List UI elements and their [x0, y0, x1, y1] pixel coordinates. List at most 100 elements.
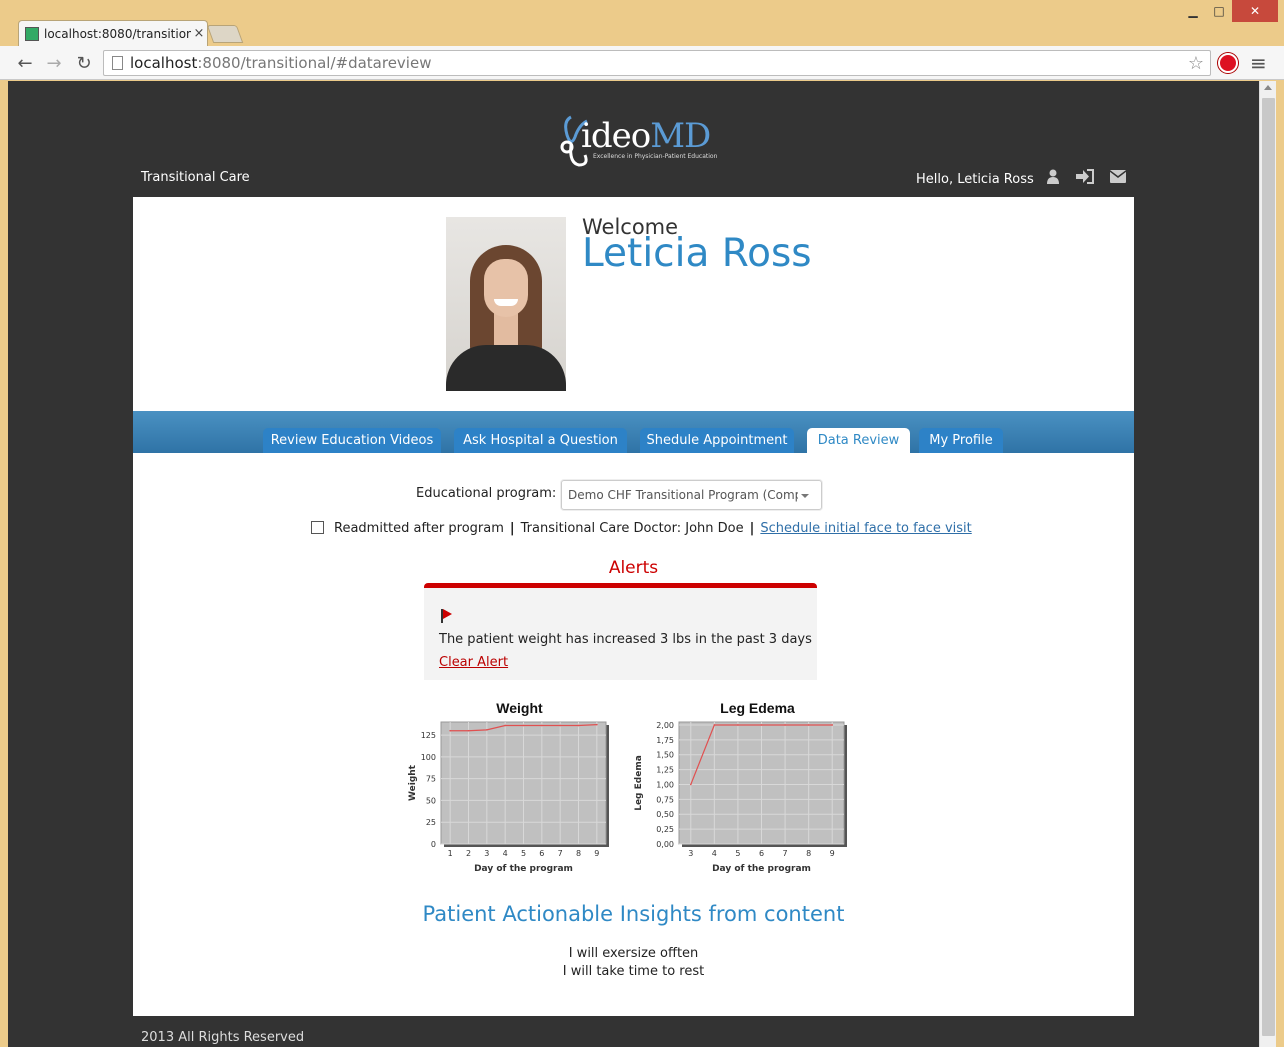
- x-tick-label: 3: [484, 849, 489, 858]
- page-viewport: ideoMD Excellence in Physician-Patient E…: [8, 81, 1259, 1047]
- footer-text: 2013 All Rights Reserved: [141, 1030, 305, 1045]
- section-tabs: Review Education Videos Ask Hospital a Q…: [133, 411, 1134, 453]
- browser-window: localhost:8080/transitiona × ▁ □ ✕ ← → ↻…: [0, 0, 1284, 1047]
- y-tick-label: 0,75: [656, 795, 674, 804]
- flag-icon: [441, 609, 452, 623]
- url-host: localhost: [130, 54, 198, 72]
- status-row: Readmitted after program | Transitional Ca…: [311, 521, 972, 536]
- page-scrollbar[interactable]: [1259, 81, 1276, 1047]
- x-tick-label: 7: [783, 849, 788, 858]
- x-tick-label: 1: [448, 849, 453, 858]
- x-tick-label: 8: [576, 849, 581, 858]
- x-tick-label: 8: [806, 849, 811, 858]
- browser-tab[interactable]: localhost:8080/transitiona ×: [18, 20, 208, 46]
- x-tick-label: 3: [688, 849, 693, 858]
- y-axis-label: Weight: [408, 764, 418, 801]
- brand-link[interactable]: Transitional Care: [141, 170, 250, 185]
- y-tick-label: 0,00: [656, 840, 674, 849]
- x-tick-label: 9: [830, 849, 835, 858]
- alerts-title: Alerts: [608, 558, 659, 578]
- insight-line: I will exersize offten: [568, 946, 699, 961]
- x-tick-label: 7: [558, 849, 563, 858]
- tab-data-review[interactable]: Data Review: [807, 428, 910, 453]
- x-tick-label: 5: [521, 849, 526, 858]
- window-close-button[interactable]: ✕: [1232, 0, 1278, 22]
- weight-chart-svg: Weight 1 2 3 4 5 6 7 8 9 0 25 50 75 100 125 Day of the p…: [408, 700, 609, 874]
- scroll-up-arrow-icon[interactable]: [1264, 85, 1272, 90]
- logo-tagline: Excellence in Physician-Patient Educatio…: [593, 153, 718, 160]
- user-icon[interactable]: [1046, 169, 1060, 188]
- scrollbar-thumb[interactable]: [1262, 98, 1275, 1036]
- tab-ask-hospital-question[interactable]: Ask Hospital a Question: [454, 428, 627, 453]
- data-point: [486, 729, 488, 731]
- chart-title: Leg Edema: [720, 700, 795, 716]
- y-tick-label: 125: [421, 731, 436, 740]
- data-point: [449, 729, 451, 732]
- y-tick-label: 75: [426, 775, 436, 784]
- user-greeting: Hello, Leticia Ross: [916, 172, 1034, 187]
- insights-title: Patient Actionable Insights from content: [422, 902, 845, 926]
- minimize-button[interactable]: ▁: [1180, 0, 1206, 22]
- address-bar[interactable]: localhost:8080/transitional/#datareview …: [103, 50, 1211, 76]
- clear-alert-link[interactable]: Clear Alert: [439, 655, 508, 670]
- x-tick-label: 5: [735, 849, 740, 858]
- tab-title: localhost:8080/transitiona: [44, 26, 191, 41]
- maximize-button[interactable]: □: [1206, 0, 1232, 22]
- new-tab-button[interactable]: [206, 25, 244, 43]
- chevron-down-icon: [801, 494, 809, 498]
- y-tick-label: 25: [426, 818, 436, 827]
- alert-message: The patient weight has increased 3 lbs i…: [439, 632, 812, 647]
- extension-stop-icon[interactable]: [1218, 53, 1238, 73]
- data-point: [541, 724, 543, 727]
- y-tick-label: 100: [421, 753, 436, 762]
- tab-close-icon[interactable]: ×: [191, 26, 207, 41]
- data-point: [504, 724, 506, 727]
- patient-name: Leticia Ross: [582, 231, 812, 276]
- readmitted-label: Readmitted after program: [334, 521, 504, 536]
- leg-edema-chart: Leg Edema 3 4 5 6 7 8 9 0,00 0,25 0,50 0,75 1,00 1,25…: [633, 700, 873, 885]
- x-tick-label: 4: [503, 849, 508, 858]
- patient-photo: [446, 217, 566, 391]
- y-tick-label: 2,00: [656, 721, 674, 730]
- data-point: [467, 729, 470, 732]
- reload-icon[interactable]: ↻: [73, 52, 95, 74]
- bookmark-star-icon[interactable]: ☆: [1188, 53, 1204, 74]
- data-point: [784, 724, 786, 726]
- page-icon: [112, 56, 123, 70]
- data-point: [831, 724, 834, 726]
- data-point: [760, 724, 763, 726]
- data-point: [713, 724, 716, 726]
- tab-schedule-appointment[interactable]: Shedule Appointment: [640, 428, 794, 453]
- data-point: [577, 724, 580, 727]
- logo-main-text: ideo: [581, 116, 651, 156]
- y-tick-label: 0,25: [656, 825, 674, 834]
- y-tick-label: 0: [431, 840, 436, 849]
- y-tick-label: 1,75: [656, 736, 674, 745]
- readmitted-checkbox[interactable]: [311, 521, 324, 534]
- forward-arrow-icon[interactable]: →: [43, 52, 65, 74]
- back-arrow-icon[interactable]: ←: [14, 52, 36, 74]
- separator: |: [749, 521, 755, 536]
- envelope-icon[interactable]: [1109, 169, 1127, 187]
- window-controls: ▁ □ ✕: [1180, 0, 1278, 22]
- sign-in-icon[interactable]: [1076, 169, 1094, 188]
- weight-chart: Weight 1 2 3 4 5 6 7 8 9 0 25 50 75 100 125 Day of the p…: [403, 700, 643, 885]
- browser-menu-icon[interactable]: ≡: [1250, 51, 1267, 75]
- y-tick-label: 50: [426, 796, 436, 805]
- y-tick-label: 1,00: [656, 780, 674, 789]
- tab-my-profile[interactable]: My Profile: [919, 428, 1003, 453]
- alert-card: The patient weight has increased 3 lbs i…: [424, 583, 817, 680]
- data-point: [689, 783, 692, 786]
- data-point: [807, 724, 810, 726]
- data-point: [737, 724, 739, 726]
- main-panel: Welcome Leticia Ross Review Education Vi…: [133, 197, 1134, 1016]
- y-tick-label: 1,50: [656, 751, 674, 760]
- y-tick-label: 1,25: [656, 766, 674, 775]
- leg-edema-chart-svg: Leg Edema 3 4 5 6 7 8 9 0,00 0,25 0,50 0,75 1,00 1,25…: [634, 700, 847, 874]
- data-point: [596, 723, 598, 726]
- schedule-visit-link[interactable]: Schedule initial face to face visit: [760, 521, 971, 536]
- insight-line: I will take time to rest: [562, 964, 705, 979]
- tab-review-education-videos[interactable]: Review Education Videos: [263, 428, 441, 453]
- chart-title: Weight: [496, 700, 543, 716]
- program-select[interactable]: Demo CHF Transitional Program (Complete): [561, 480, 822, 510]
